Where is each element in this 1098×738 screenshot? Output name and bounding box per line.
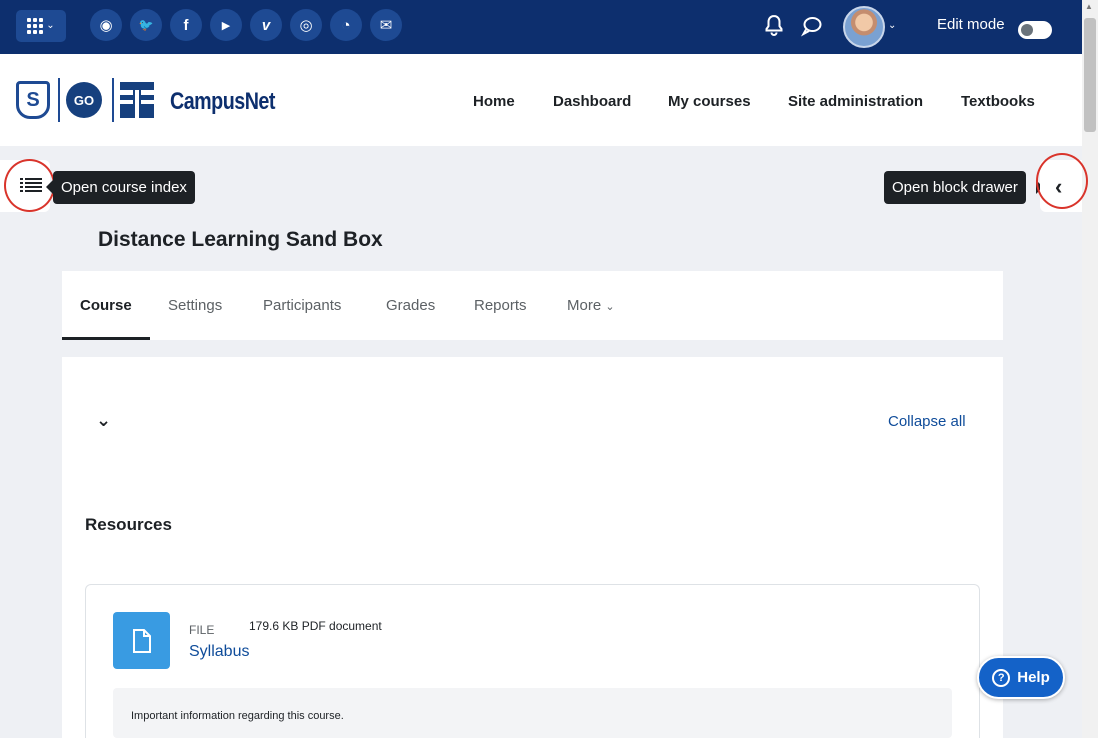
help-label: Help	[1017, 669, 1050, 686]
tab-grades[interactable]: Grades	[386, 297, 435, 314]
section-title[interactable]: Resources	[85, 515, 172, 535]
toggle-knob	[1021, 24, 1033, 36]
instagram-icon[interactable]: ◎	[290, 9, 322, 41]
tab-reports[interactable]: Reports	[474, 297, 527, 314]
twitter-icon[interactable]: 🐦	[130, 9, 162, 41]
activity-link-syllabus[interactable]: Syllabus	[189, 643, 249, 661]
globe-icon[interactable]: ◉	[90, 9, 122, 41]
chevron-down-icon[interactable]: ⌄	[888, 20, 896, 31]
youtube-icon[interactable]: ▶	[210, 9, 242, 41]
tab-settings[interactable]: Settings	[168, 297, 222, 314]
messages-icon[interactable]	[800, 14, 824, 38]
tab-more[interactable]: More ⌄	[567, 297, 615, 314]
course-index-tooltip: Open course index	[53, 171, 195, 204]
notifications-bell-icon[interactable]	[762, 13, 786, 37]
scroll-up-arrow-icon[interactable]: ▲	[1085, 2, 1093, 11]
file-icon[interactable]	[113, 612, 170, 669]
email-icon[interactable]: ✉	[370, 9, 402, 41]
activity-description-text: Important information regarding this cou…	[131, 710, 344, 722]
edit-mode-label: Edit mode	[937, 16, 1005, 33]
chevron-down-icon[interactable]: ⌄	[96, 410, 111, 431]
nav-home[interactable]: Home	[473, 93, 515, 110]
go-logo[interactable]: GO	[66, 82, 102, 118]
chevron-down-icon: ⌄	[605, 301, 615, 313]
school-shield-logo[interactable]: S	[16, 81, 50, 119]
question-icon: ?	[992, 668, 1011, 687]
file-details: 179.6 KB PDF document	[249, 619, 382, 633]
brand-name[interactable]: CampusNet	[170, 88, 275, 116]
app-menu-button[interactable]: ⌄	[16, 10, 66, 42]
logo-divider	[58, 78, 60, 122]
rss-icon[interactable]: ◔	[330, 9, 362, 41]
document-icon	[133, 629, 151, 653]
tab-more-label: More	[567, 297, 602, 314]
cross-logo-icon[interactable]	[120, 82, 154, 118]
vimeo-icon[interactable]: v	[250, 9, 282, 41]
collapse-all-link[interactable]: Collapse all	[888, 413, 966, 430]
chevron-down-icon: ⌄	[46, 20, 55, 31]
highlight-circle	[1036, 153, 1088, 209]
scrollbar-thumb[interactable]	[1084, 18, 1096, 132]
tooltip-arrow	[46, 180, 53, 194]
nav-my-courses[interactable]: My courses	[668, 93, 751, 110]
edit-mode-toggle[interactable]	[1018, 21, 1052, 39]
facebook-icon[interactable]: f	[170, 9, 202, 41]
nav-textbooks[interactable]: Textbooks	[961, 93, 1035, 110]
nav-site-administration[interactable]: Site administration	[788, 93, 923, 110]
nav-dashboard[interactable]: Dashboard	[553, 93, 631, 110]
tab-participants[interactable]: Participants	[263, 297, 341, 314]
social-links: ◉ 🐦 f ▶ v ◎ ◔ ✉	[90, 9, 402, 41]
help-button[interactable]: ? Help	[977, 656, 1065, 699]
tab-course[interactable]: Course	[80, 297, 132, 314]
logo-divider	[112, 78, 114, 122]
top-bar: ⌄ ◉ 🐦 f ▶ v ◎ ◔ ✉	[0, 0, 1082, 54]
user-avatar[interactable]	[843, 6, 885, 48]
grid-icon	[27, 18, 44, 34]
active-tab-indicator	[62, 337, 150, 340]
block-drawer-tooltip: Open block drawer	[884, 171, 1026, 204]
activity-type: FILE	[189, 623, 215, 637]
page-title: Distance Learning Sand Box	[98, 228, 383, 251]
